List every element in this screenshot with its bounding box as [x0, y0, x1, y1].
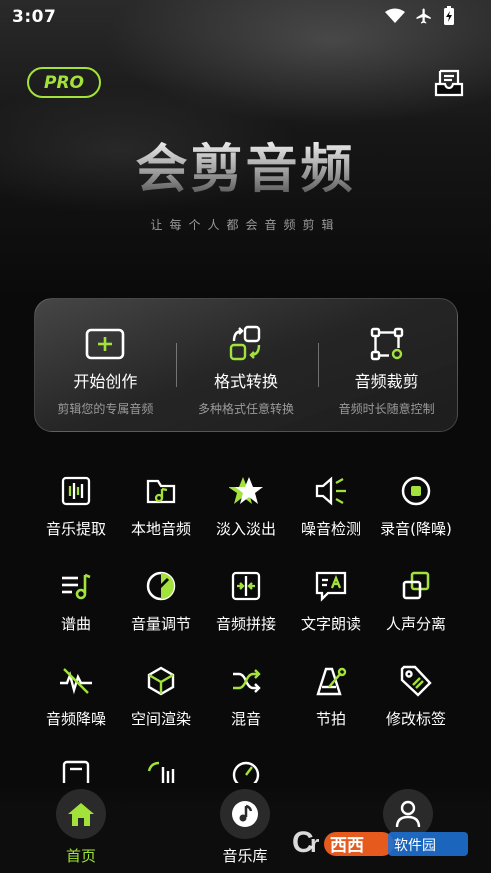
- speed-icon: [142, 757, 180, 783]
- tool-noise-detect[interactable]: 噪音检测: [289, 466, 373, 546]
- feature-subtitle: 音频时长随意控制: [338, 402, 435, 416]
- wifi-icon: [385, 8, 405, 28]
- separate-icon: [397, 567, 435, 605]
- nav-home[interactable]: 首页: [31, 789, 131, 866]
- start-create-button[interactable]: 开始创作 剪辑您的专属音频: [35, 299, 176, 431]
- star-fade-icon: [227, 472, 265, 510]
- tool-local-audio[interactable]: 本地音频: [119, 466, 203, 546]
- tool-label: 修改标签: [385, 710, 446, 728]
- nav-label: 音乐库: [222, 847, 268, 865]
- status-time: 3:07: [12, 7, 57, 27]
- format-convert-button[interactable]: 格式转换 多种格式任意转换: [176, 299, 317, 431]
- tool-lyrics[interactable]: [34, 751, 118, 783]
- shuffle-icon: [227, 662, 265, 700]
- merge-icon: [227, 567, 265, 605]
- score-icon: [57, 567, 95, 605]
- volume-dial-icon: [142, 567, 180, 605]
- tool-label: 音频降噪: [45, 710, 106, 728]
- metronome-icon: [312, 662, 350, 700]
- tool-label: 混音: [230, 710, 261, 728]
- feature-title: 格式转换: [214, 372, 279, 391]
- nav-label: 首页: [65, 847, 96, 865]
- tool-label: 淡入淡出: [215, 520, 276, 538]
- svg-text:软件园: 软件园: [394, 838, 436, 854]
- tool-beat[interactable]: 节拍: [289, 656, 373, 736]
- svg-text:r: r: [310, 831, 319, 858]
- tool-volume[interactable]: 音量调节: [119, 561, 203, 641]
- gauge-icon: [227, 757, 265, 783]
- plus-square-icon: [85, 326, 125, 362]
- tool-denoise[interactable]: 音频降噪: [34, 656, 118, 736]
- battery-charging-icon: [443, 6, 455, 30]
- tool-label: 空间渲染: [130, 710, 191, 728]
- feature-title: 开始创作: [73, 372, 138, 391]
- svg-text:西西: 西西: [330, 836, 364, 856]
- pro-badge[interactable]: PRO: [27, 67, 101, 98]
- tool-label: 文字朗读: [300, 615, 361, 633]
- tool-label: 音量调节: [130, 615, 191, 633]
- tool-spatial-render[interactable]: 空间渲染: [119, 656, 203, 736]
- crop-icon: [367, 326, 407, 362]
- lyrics-icon: [57, 757, 95, 783]
- text-to-speech-icon: [312, 567, 350, 605]
- cube-icon: [142, 662, 180, 700]
- waveform-box-icon: [57, 472, 95, 510]
- record-icon: [397, 472, 435, 510]
- message-button[interactable]: [433, 67, 465, 99]
- watermark-logo-icon: C r 西西 软件园: [292, 826, 468, 859]
- feature-title: 音频裁剪: [354, 372, 419, 391]
- feature-card: 开始创作 剪辑您的专属音频 格式转换 多种格式任意转换 音频裁剪 音频时长随意控…: [34, 298, 458, 432]
- tool-record[interactable]: 录音(降噪): [374, 466, 458, 546]
- tool-label: 录音(降噪): [380, 520, 452, 538]
- tool-compose[interactable]: 谱曲: [34, 561, 118, 641]
- tool-text-to-speech[interactable]: 文字朗读: [289, 561, 373, 641]
- home-icon: [56, 789, 106, 839]
- tagline: 让每个人都会音频剪辑: [150, 218, 341, 232]
- tag-icon: [397, 662, 435, 700]
- tool-label: 谱曲: [60, 615, 91, 633]
- tool-label: 人声分离: [385, 615, 446, 633]
- app-title: 会剪音频: [0, 140, 491, 200]
- denoise-icon: [57, 662, 95, 700]
- watermark: C r 西西 软件园: [290, 822, 470, 862]
- feature-subtitle: 多种格式任意转换: [198, 402, 295, 416]
- music-note-icon: [220, 789, 270, 839]
- tool-vocal-separate[interactable]: 人声分离: [374, 561, 458, 641]
- tool-mix[interactable]: 混音: [204, 656, 288, 736]
- tool-label: 音频拼接: [215, 615, 276, 633]
- tool-speed[interactable]: [119, 751, 203, 783]
- tool-label: 噪音检测: [300, 520, 361, 538]
- status-icons: [385, 6, 455, 30]
- nav-music-library[interactable]: 音乐库: [195, 789, 295, 866]
- tool-edit-tags[interactable]: 修改标签: [374, 656, 458, 736]
- speaker-detect-icon: [312, 472, 350, 510]
- tool-label: 节拍: [315, 710, 346, 728]
- audio-crop-button[interactable]: 音频裁剪 音频时长随意控制: [316, 299, 457, 431]
- tool-label: 本地音频: [130, 520, 191, 538]
- format-convert-icon: [226, 325, 266, 362]
- inbox-icon: [433, 69, 465, 103]
- feature-subtitle: 剪辑您的专属音频: [57, 402, 154, 416]
- tool-merge[interactable]: 音频拼接: [204, 561, 288, 641]
- music-folder-icon: [142, 472, 180, 510]
- tool-label: 音乐提取: [45, 520, 106, 538]
- airplane-icon: [415, 7, 433, 29]
- status-bar: 3:07: [0, 0, 491, 34]
- tool-pitch[interactable]: [204, 751, 288, 783]
- tool-music-extract[interactable]: 音乐提取: [34, 466, 118, 546]
- tool-fade[interactable]: 淡入淡出: [204, 466, 288, 546]
